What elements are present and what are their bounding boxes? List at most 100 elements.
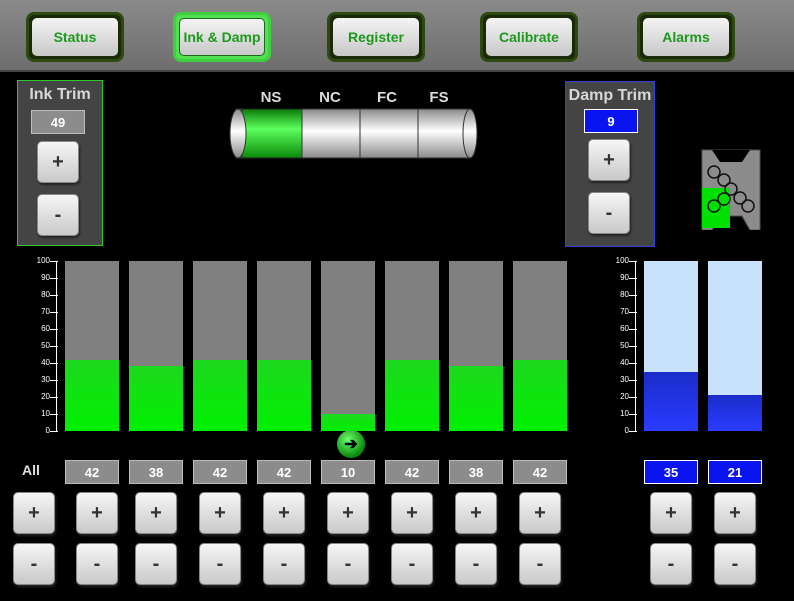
ink-key-minus-button[interactable]: -: [263, 543, 305, 585]
ink-tick-mark: [50, 414, 58, 415]
damp-key-minus-button[interactable]: -: [650, 543, 692, 585]
ink-key-minus-button[interactable]: -: [135, 543, 177, 585]
ink-tick-label: 30: [41, 375, 50, 384]
damp-trim-minus-button[interactable]: -: [588, 192, 630, 234]
ink-key-bar[interactable]: [449, 261, 503, 431]
ink-key-bar[interactable]: [385, 261, 439, 431]
damp-tick-label: 40: [620, 358, 629, 367]
ink-key-value: 42: [385, 460, 439, 484]
ink-key-bar-fill: [385, 359, 439, 431]
top-nav-bar: Status Ink & Damp Register Calibrate Ala…: [0, 0, 794, 72]
damp-key-plus-button[interactable]: +: [714, 492, 756, 534]
ink-key-bar-fill: [321, 414, 375, 431]
all-keys-label: All: [22, 462, 40, 478]
nav-status-label: Status: [32, 18, 118, 56]
ink-key-value: 38: [449, 460, 503, 484]
damp-trim-title: Damp Trim: [568, 87, 652, 104]
nav-status-button[interactable]: Status: [26, 12, 124, 62]
ink-tick-label: 60: [41, 324, 50, 333]
ink-tick-mark: [50, 329, 58, 330]
damp-tick-label: 100: [615, 256, 629, 265]
ink-key-plus-button[interactable]: +: [263, 492, 305, 534]
damp-tick-mark: [629, 431, 637, 432]
ink-key-bar[interactable]: [193, 261, 247, 431]
ink-key-bar[interactable]: [321, 261, 375, 431]
ink-key-value: 42: [193, 460, 247, 484]
ink-trim-title: Ink Trim: [29, 86, 91, 103]
ink-tick-mark: [50, 363, 58, 364]
ink-key-minus-button[interactable]: -: [519, 543, 561, 585]
ink-key-plus-button[interactable]: +: [455, 492, 497, 534]
ink-key-plus-button[interactable]: +: [76, 492, 118, 534]
ink-tick-mark: [50, 397, 58, 398]
ink-tick-label: 10: [41, 409, 50, 418]
cylinder-selector: NS NC FC FS: [228, 89, 478, 159]
ink-trim-value: 49: [31, 110, 85, 134]
ink-key-minus-button[interactable]: -: [76, 543, 118, 585]
nav-register-label: Register: [333, 18, 419, 56]
damp-trim-panel: Damp Trim 9 + -: [565, 81, 655, 247]
ink-key-value: 42: [513, 460, 567, 484]
damp-tick-label: 80: [620, 290, 629, 299]
ink-key-bar-fill: [257, 359, 311, 431]
damp-trim-value: 9: [584, 109, 638, 133]
damp-tick-mark: [629, 329, 637, 330]
nav-calibrate-label: Calibrate: [486, 18, 572, 56]
ink-key-plus-button[interactable]: +: [327, 492, 369, 534]
ink-key-value: 42: [257, 460, 311, 484]
damp-key-bar-fill: [644, 371, 698, 431]
damp-tick-mark: [629, 380, 637, 381]
damp-tick-mark: [629, 346, 637, 347]
cylinder-label-ns: NS: [260, 89, 282, 106]
damp-tick-label: 30: [620, 375, 629, 384]
ink-key-plus-button[interactable]: +: [199, 492, 241, 534]
ink-tick-mark: [50, 261, 58, 262]
ink-tick-label: 70: [41, 307, 50, 316]
nav-register-button[interactable]: Register: [327, 12, 425, 62]
ink-key-minus-button[interactable]: -: [199, 543, 241, 585]
ink-key-plus-button[interactable]: +: [391, 492, 433, 534]
ink-tick-label: 90: [41, 273, 50, 282]
damp-tick-label: 0: [624, 426, 629, 435]
ink-key-minus-button[interactable]: -: [327, 543, 369, 585]
ink-key-bar[interactable]: [129, 261, 183, 431]
cylinder-segment-ns[interactable]: [241, 108, 303, 159]
nav-alarms-label: Alarms: [643, 18, 729, 56]
ink-tick-mark: [50, 295, 58, 296]
ink-key-minus-button[interactable]: -: [455, 543, 497, 585]
damp-tick-label: 60: [620, 324, 629, 333]
ink-trim-plus-button[interactable]: +: [37, 141, 79, 183]
ink-tick-mark: [50, 278, 58, 279]
damp-key-bar-fill: [708, 395, 762, 431]
damp-key-plus-button[interactable]: +: [650, 492, 692, 534]
nav-alarms-button[interactable]: Alarms: [637, 12, 735, 62]
damp-key-bar[interactable]: [644, 261, 698, 431]
ink-key-value: 42: [65, 460, 119, 484]
ink-trim-minus-button[interactable]: -: [37, 194, 79, 236]
damp-tick-mark: [629, 414, 637, 415]
ink-tick-label: 80: [41, 290, 50, 299]
nav-calibrate-button[interactable]: Calibrate: [480, 12, 578, 62]
damp-trim-plus-button[interactable]: +: [588, 139, 630, 181]
ink-tick-mark: [50, 312, 58, 313]
ink-tick-mark: [50, 380, 58, 381]
ink-key-bar[interactable]: [65, 261, 119, 431]
ink-key-plus-button[interactable]: +: [519, 492, 561, 534]
ink-key-minus-button[interactable]: -: [391, 543, 433, 585]
selected-key-arrow-icon[interactable]: ➔: [337, 430, 365, 458]
ink-key-bar[interactable]: [257, 261, 311, 431]
cylinder-graphic: [229, 108, 478, 159]
ink-key-bar[interactable]: [513, 261, 567, 431]
ink-key-bar-fill: [449, 366, 503, 431]
damp-tick-mark: [629, 397, 637, 398]
ink-key-plus-button[interactable]: +: [135, 492, 177, 534]
nav-ink-damp-button[interactable]: Ink & Damp: [173, 12, 271, 62]
damp-tick-mark: [629, 312, 637, 313]
all-keys-plus-button[interactable]: +: [13, 492, 55, 534]
cylinder-label-nc: NC: [319, 89, 341, 106]
damp-key-bar[interactable]: [708, 261, 762, 431]
damp-tick-mark: [629, 363, 637, 364]
cylinder-label-fc: FC: [377, 89, 397, 106]
damp-key-minus-button[interactable]: -: [714, 543, 756, 585]
all-keys-minus-button[interactable]: -: [13, 543, 55, 585]
